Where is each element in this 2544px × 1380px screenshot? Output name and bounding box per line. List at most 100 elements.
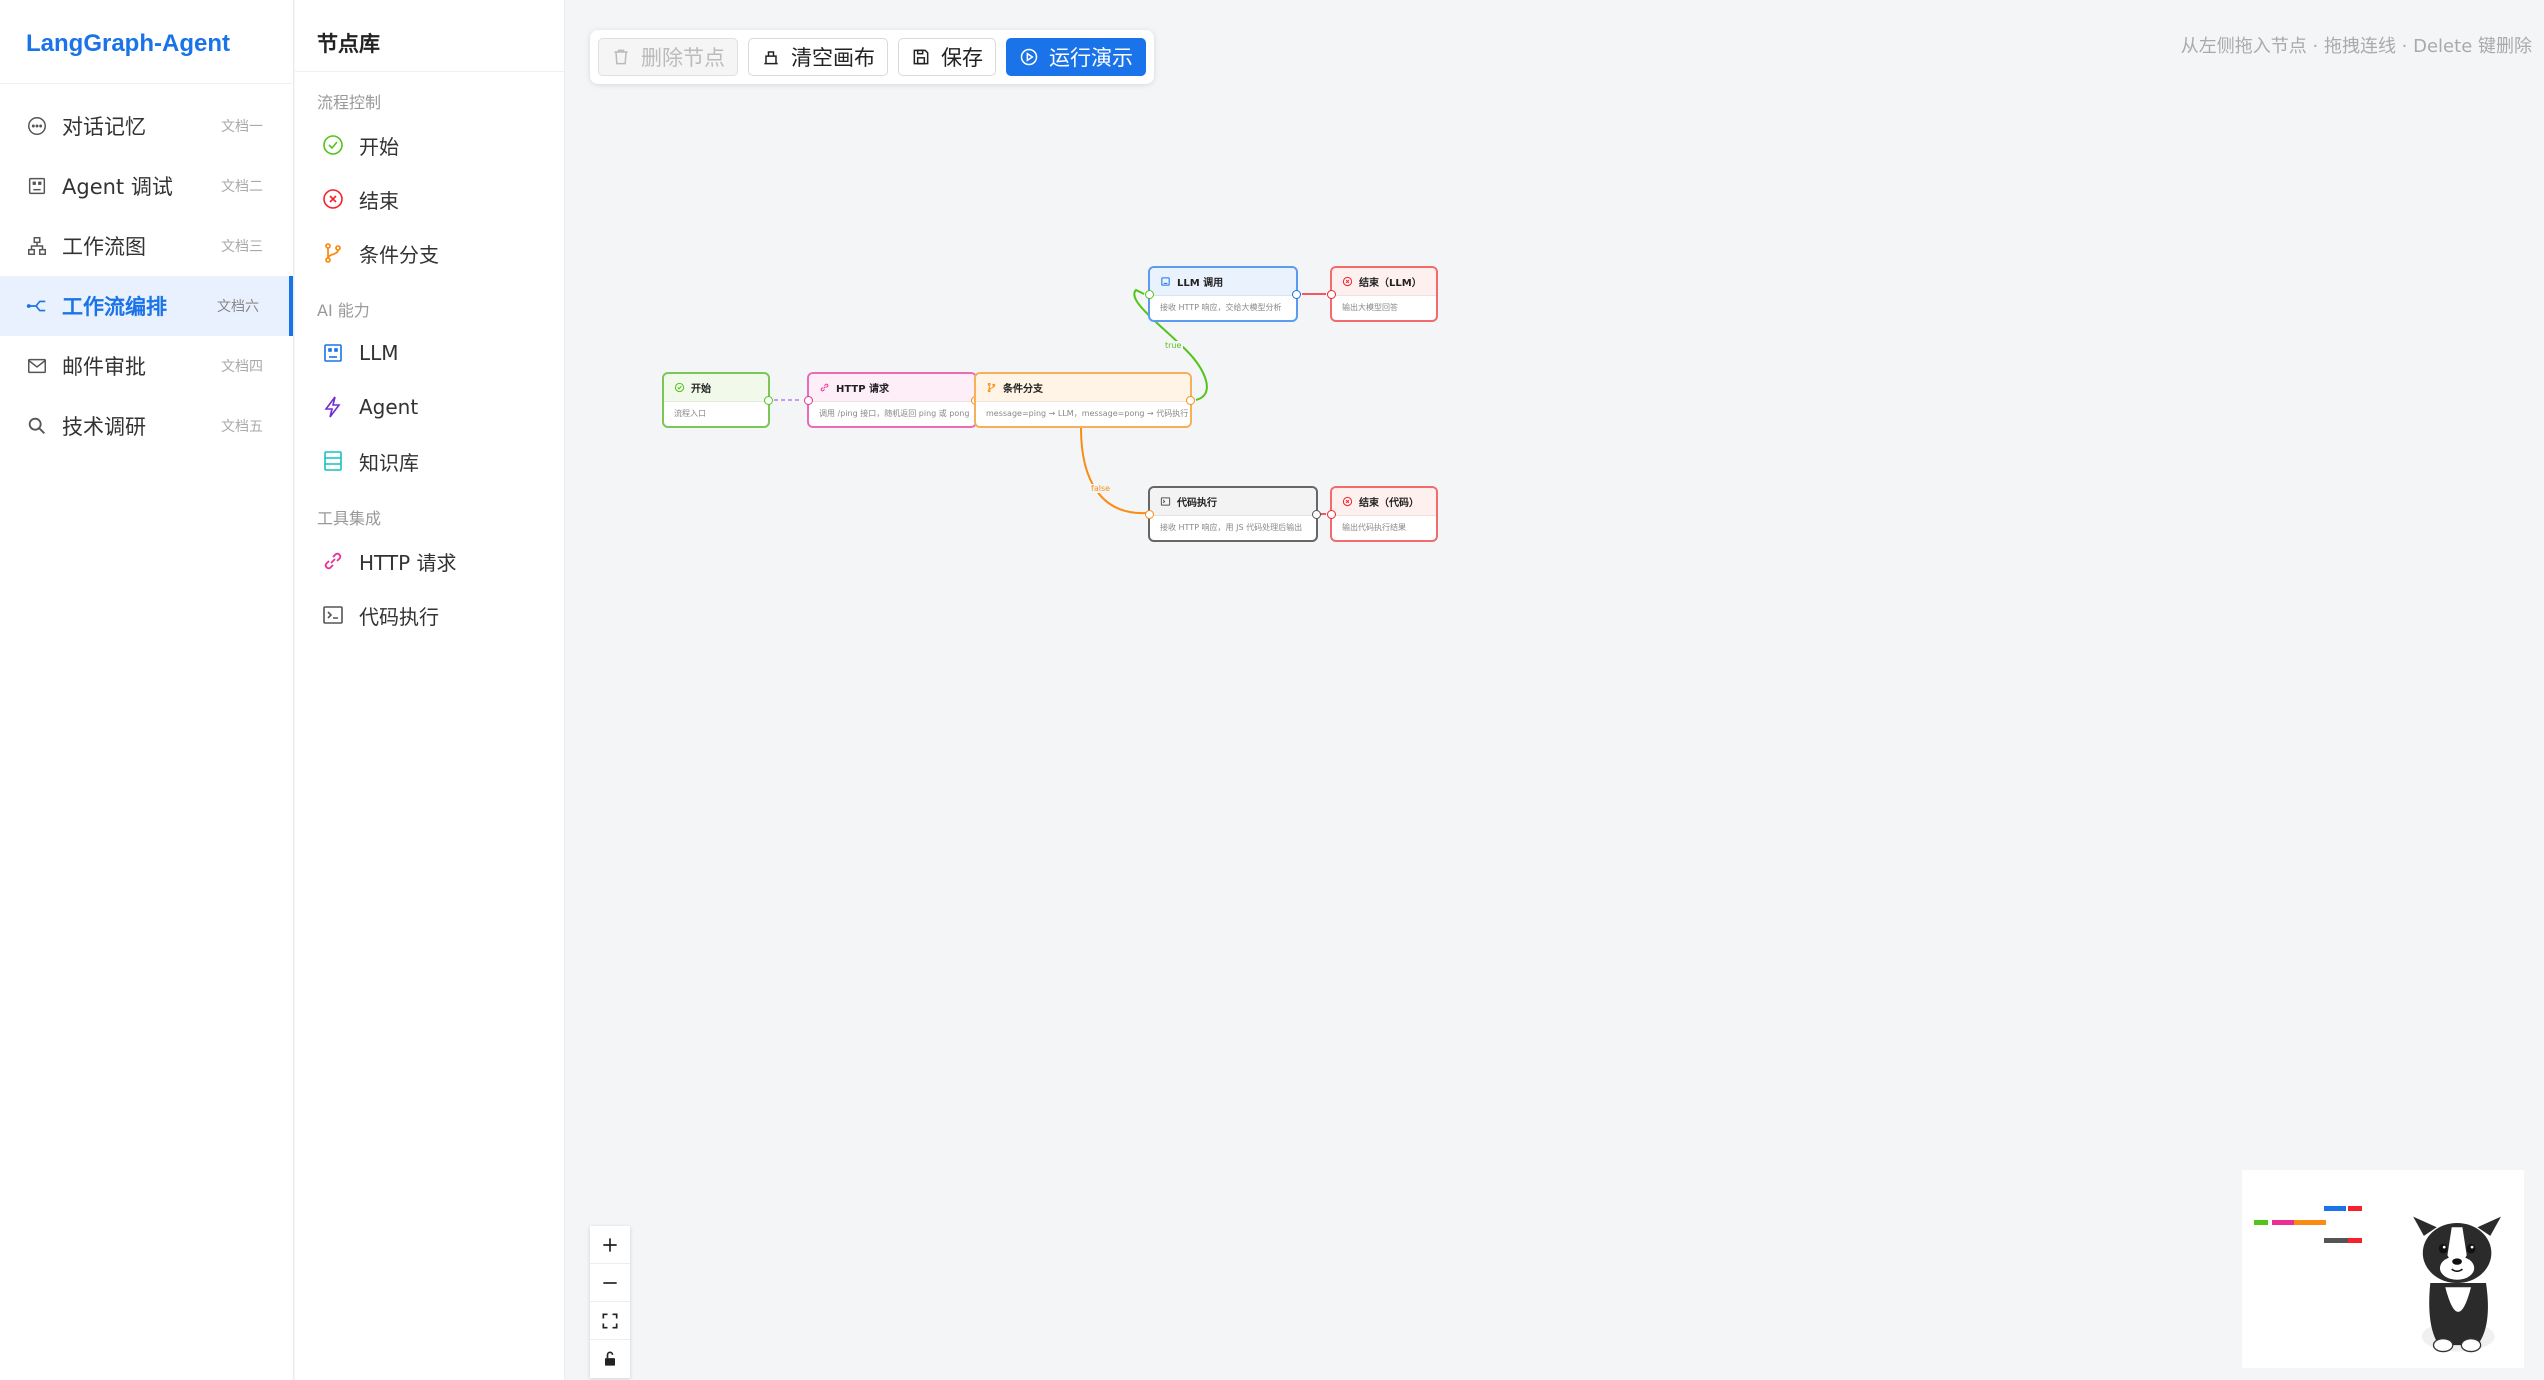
node-output-handle[interactable]: [764, 396, 773, 405]
node-header: 结束（LLM）: [1332, 268, 1436, 296]
minimap-node: [2348, 1206, 2362, 1211]
node-description: 调用 /ping 接口，随机返回 ping 或 pong: [819, 409, 970, 418]
library-group-title: 工具集成: [317, 509, 382, 528]
library-node-label: LLM: [359, 341, 399, 365]
node-end-code[interactable]: 结束（代码） 输出代码执行结果: [1327, 486, 1438, 542]
node-description: 接收 HTTP 响应，用 JS 代码处理后输出: [1160, 523, 1303, 532]
mail-icon: [28, 358, 46, 374]
plus-icon: [603, 1237, 617, 1252]
node-output-handle[interactable]: [1312, 510, 1321, 519]
node-description: 输出大模型回答: [1342, 303, 1398, 312]
node-library-panel: 节点库 流程控制 开始 结束 条件分支 AI 能力 LLM Agent 知识库 …: [295, 0, 565, 1380]
sidebar-item-label: 技术调研: [62, 415, 146, 439]
fit-view-icon: [602, 1313, 618, 1328]
sidebar-item-tech-research[interactable]: 技术调研 文档五: [0, 396, 293, 456]
lock-button[interactable]: [590, 1340, 630, 1378]
save-icon: [913, 49, 929, 65]
library-node-knowledge-base[interactable]: 知识库: [295, 434, 564, 488]
sidebar-item-doc-tag: 文档六: [217, 299, 259, 315]
x-circle-icon: [1342, 496, 1353, 507]
unlock-icon: [605, 1351, 615, 1366]
library-node-start[interactable]: 开始: [295, 118, 564, 172]
canvas-toolbar: 删除节点 清空画布 保存 运行演示: [590, 30, 1154, 84]
app-title: LangGraph-Agent: [0, 0, 293, 84]
sidebar-item-agent-debug[interactable]: Agent 调试 文档二: [0, 156, 293, 216]
play-circle-icon: [1020, 48, 1038, 66]
minimap-node: [2254, 1220, 2268, 1225]
fit-view-button[interactable]: [590, 1302, 630, 1340]
node-title: 结束（LLM）: [1359, 278, 1422, 289]
node-output-handle[interactable]: [1186, 396, 1195, 405]
node-input-handle[interactable]: [804, 396, 813, 405]
node-input-handle[interactable]: [1145, 510, 1154, 519]
node-header: 代码执行: [1150, 488, 1316, 516]
sitemap-icon: [28, 237, 46, 255]
sidebar-item-label: 对话记忆: [62, 115, 146, 139]
clear-canvas-button[interactable]: 清空画布: [748, 38, 888, 76]
node-header: HTTP 请求: [809, 374, 975, 402]
node-end-llm[interactable]: 结束（LLM） 输出大模型回答: [1327, 266, 1438, 322]
terminal-icon: [323, 606, 343, 624]
node-library-title: 节点库: [295, 0, 564, 72]
sidebar-item-label: Agent 调试: [62, 175, 173, 199]
branch-icon: [325, 243, 341, 263]
library-node-condition[interactable]: 条件分支: [295, 226, 564, 280]
save-button[interactable]: 保存: [898, 38, 996, 76]
zoom-out-button[interactable]: [590, 1264, 630, 1302]
node-input-handle[interactable]: [1327, 510, 1336, 519]
edge-true-label: true: [1163, 341, 1184, 350]
node-condition-branch[interactable]: 条件分支 message=ping → LLM，message=pong → 代…: [974, 372, 1195, 428]
delete-node-button[interactable]: 删除节点: [598, 38, 738, 76]
sidebar-item-dialog-memory[interactable]: 对话记忆 文档一: [0, 96, 293, 156]
library-node-label: 代码执行: [359, 604, 439, 629]
node-title: HTTP 请求: [836, 384, 890, 395]
sidebar-item-label: 邮件审批: [62, 355, 146, 379]
x-circle-icon: [1342, 276, 1353, 287]
sidebar-item-doc-tag: 文档五: [221, 419, 263, 435]
edge-false-label: false: [1089, 484, 1113, 493]
branch-icon: [987, 382, 996, 393]
minus-icon: [603, 1281, 617, 1284]
minimap[interactable]: [2242, 1170, 2524, 1368]
sidebar: LangGraph-Agent 对话记忆 文档一 Agent 调试 文档二 工作…: [0, 0, 294, 1380]
node-description: 接收 HTTP 响应，交给大模型分析: [1160, 303, 1282, 312]
sidebar-item-doc-tag: 文档二: [221, 179, 263, 195]
node-llm-call[interactable]: LLM 调用 接收 HTTP 响应，交给大模型分析: [1145, 266, 1301, 322]
sidebar-item-doc-tag: 文档三: [221, 239, 263, 255]
sidebar-item-workflow-graph[interactable]: 工作流图 文档三: [0, 216, 293, 276]
robot-icon: [28, 177, 46, 195]
node-code-exec[interactable]: 代码执行 接收 HTTP 响应，用 JS 代码处理后输出: [1145, 486, 1321, 542]
library-node-code[interactable]: 代码执行: [295, 588, 564, 642]
library-node-label: 开始: [359, 134, 399, 159]
zoom-in-button[interactable]: [590, 1226, 630, 1264]
sidebar-nav: 对话记忆 文档一 Agent 调试 文档二 工作流图 文档三 工作流编排 文档六…: [0, 96, 293, 456]
node-description: message=ping → LLM，message=pong → 代码执行: [986, 409, 1189, 418]
node-input-handle[interactable]: [1145, 290, 1154, 299]
sidebar-item-workflow-editor[interactable]: 工作流编排 文档六: [0, 276, 293, 336]
canvas-controls: [590, 1226, 630, 1378]
node-title: LLM 调用: [1177, 278, 1224, 289]
lightning-icon: [324, 396, 341, 418]
robot-icon: [1161, 277, 1170, 286]
run-demo-button[interactable]: 运行演示: [1006, 38, 1146, 76]
link-icon: [324, 552, 342, 570]
sidebar-item-mail-approval[interactable]: 邮件审批 文档四: [0, 336, 293, 396]
library-node-label: HTTP 请求: [359, 550, 457, 575]
delete-node-label: 删除节点: [641, 46, 725, 70]
library-node-llm[interactable]: LLM: [295, 326, 564, 380]
library-group-title: 流程控制: [317, 93, 382, 112]
library-group-title: AI 能力: [317, 301, 370, 320]
node-start[interactable]: 开始 流程入口: [662, 372, 773, 428]
library-node-end[interactable]: 结束: [295, 172, 564, 226]
sidebar-item-label: 工作流编排: [62, 295, 167, 319]
node-header: 结束（代码）: [1332, 488, 1436, 516]
sidebar-item-doc-tag: 文档一: [221, 119, 263, 135]
node-http-request[interactable]: HTTP 请求 调用 /ping 接口，随机返回 ping 或 pong: [804, 372, 980, 428]
workflow-canvas[interactable]: 删除节点 清空画布 保存 运行演示 从左侧拖入节点 · 拖拽连线 · Delet…: [566, 0, 2544, 1380]
library-node-http[interactable]: HTTP 请求: [295, 534, 564, 588]
edge-cond-code[interactable]: [1080, 427, 1147, 515]
minimap-node: [2348, 1238, 2362, 1243]
library-node-agent[interactable]: Agent: [295, 380, 564, 434]
node-input-handle[interactable]: [1327, 290, 1336, 299]
node-output-handle[interactable]: [1292, 290, 1301, 299]
